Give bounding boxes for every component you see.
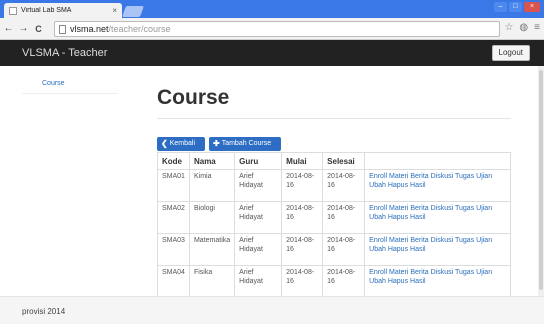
header-selesai: Selesai (322, 152, 366, 170)
chrome-menu-icon[interactable]: ≡ (534, 22, 540, 33)
tab-title: Virtual Lab SMA (21, 7, 72, 14)
table-row: SMA04 Fisika Arief Hidayat 2014-08-16 20… (157, 265, 511, 298)
browser-tab-bar: Virtual Lab SMA × – □ × (0, 0, 544, 18)
scrollbar-thumb[interactable] (539, 70, 543, 290)
cell-selesai: 2014-08-16 (322, 169, 366, 202)
table-row: SMA01 Kimia Arief Hidayat 2014-08-16 201… (157, 169, 511, 202)
browser-toolbar: ← → C vlsma.net /teacher/course ☆ ◍ ≡ (0, 18, 544, 40)
cell-guru: Arief Hidayat (234, 201, 283, 234)
cell-guru: Arief Hidayat (234, 265, 283, 298)
cell-guru: Arief Hidayat (234, 233, 283, 266)
logout-button[interactable]: Logout (491, 45, 530, 61)
back-button[interactable]: ❮ Kembali (157, 137, 205, 151)
chevron-left-icon: ❮ (161, 139, 168, 148)
back-button-label: Kembali (169, 140, 195, 147)
table-header-row: Kode Nama Guru Mulai Selesai (157, 152, 511, 170)
cell-selesai: 2014-08-16 (322, 233, 366, 266)
course-table: Kode Nama Guru Mulai Selesai SMA01 Kimia… (157, 152, 511, 298)
tab-close-icon[interactable]: × (112, 6, 117, 15)
url-path: /teacher/course (108, 24, 171, 34)
row-action-links[interactable]: Enroll Materi Berita Diskusi Tugas Ujian… (364, 233, 511, 266)
plus-icon: ✚ (213, 139, 220, 148)
cell-nama: Fisika (188, 265, 236, 298)
page-icon (59, 24, 66, 34)
header-kode: Kode (157, 152, 190, 170)
add-course-label: Tambah Course (221, 140, 272, 147)
cell-mulai: 2014-08-16 (281, 169, 324, 202)
url-host: vlsma.net (70, 24, 109, 34)
header-nama: Nama (188, 152, 236, 170)
sidebar-item-course[interactable]: Course (22, 80, 118, 94)
bookmark-star-icon[interactable]: ☆ (504, 22, 513, 33)
cell-kode: SMA01 (157, 169, 190, 202)
page-favicon-icon (9, 6, 17, 15)
cell-selesai: 2014-08-16 (322, 265, 366, 298)
cell-nama: Biologi (188, 201, 236, 234)
row-action-links[interactable]: Enroll Materi Berita Diskusi Tugas Ujian… (364, 201, 511, 234)
cell-nama: Kimia (188, 169, 236, 202)
close-window-icon[interactable]: × (524, 2, 540, 12)
title-divider (157, 118, 511, 119)
cell-selesai: 2014-08-16 (322, 201, 366, 234)
page-title: Course (157, 86, 230, 109)
cell-kode: SMA04 (157, 265, 190, 298)
minimize-icon[interactable]: – (494, 2, 507, 12)
app-navbar: VLSMA - Teacher Logout (0, 40, 544, 66)
header-guru: Guru (234, 152, 283, 170)
footer-text: provisi 2014 (22, 307, 66, 316)
browser-tab[interactable]: Virtual Lab SMA × (4, 3, 122, 18)
forward-arrow-icon[interactable]: → (17, 23, 30, 34)
cell-mulai: 2014-08-16 (281, 233, 324, 266)
reload-icon[interactable]: C (32, 24, 45, 34)
extension-icon[interactable]: ◍ (519, 22, 528, 33)
cell-guru: Arief Hidayat (234, 169, 283, 202)
back-arrow-icon[interactable]: ← (2, 23, 15, 34)
header-mulai: Mulai (281, 152, 324, 170)
new-tab-button[interactable] (121, 6, 145, 17)
table-row: SMA03 Matematika Arief Hidayat 2014-08-1… (157, 233, 511, 266)
window-controls: – □ × (494, 2, 540, 12)
cell-nama: Matematika (188, 233, 236, 266)
table-row: SMA02 Biologi Arief Hidayat 2014-08-16 2… (157, 201, 511, 234)
cell-kode: SMA03 (157, 233, 190, 266)
add-course-button[interactable]: ✚ Tambah Course (209, 137, 281, 151)
cell-mulai: 2014-08-16 (281, 265, 324, 298)
row-action-links[interactable]: Enroll Materi Berita Diskusi Tugas Ujian… (364, 265, 511, 298)
cell-kode: SMA02 (157, 201, 190, 234)
maximize-icon[interactable]: □ (509, 2, 522, 12)
page-footer: provisi 2014 (0, 296, 544, 324)
brand-title[interactable]: VLSMA - Teacher (22, 47, 107, 59)
row-action-links[interactable]: Enroll Materi Berita Diskusi Tugas Ujian… (364, 169, 511, 202)
header-actions (364, 152, 511, 170)
address-bar[interactable]: vlsma.net /teacher/course (54, 21, 500, 37)
cell-mulai: 2014-08-16 (281, 201, 324, 234)
